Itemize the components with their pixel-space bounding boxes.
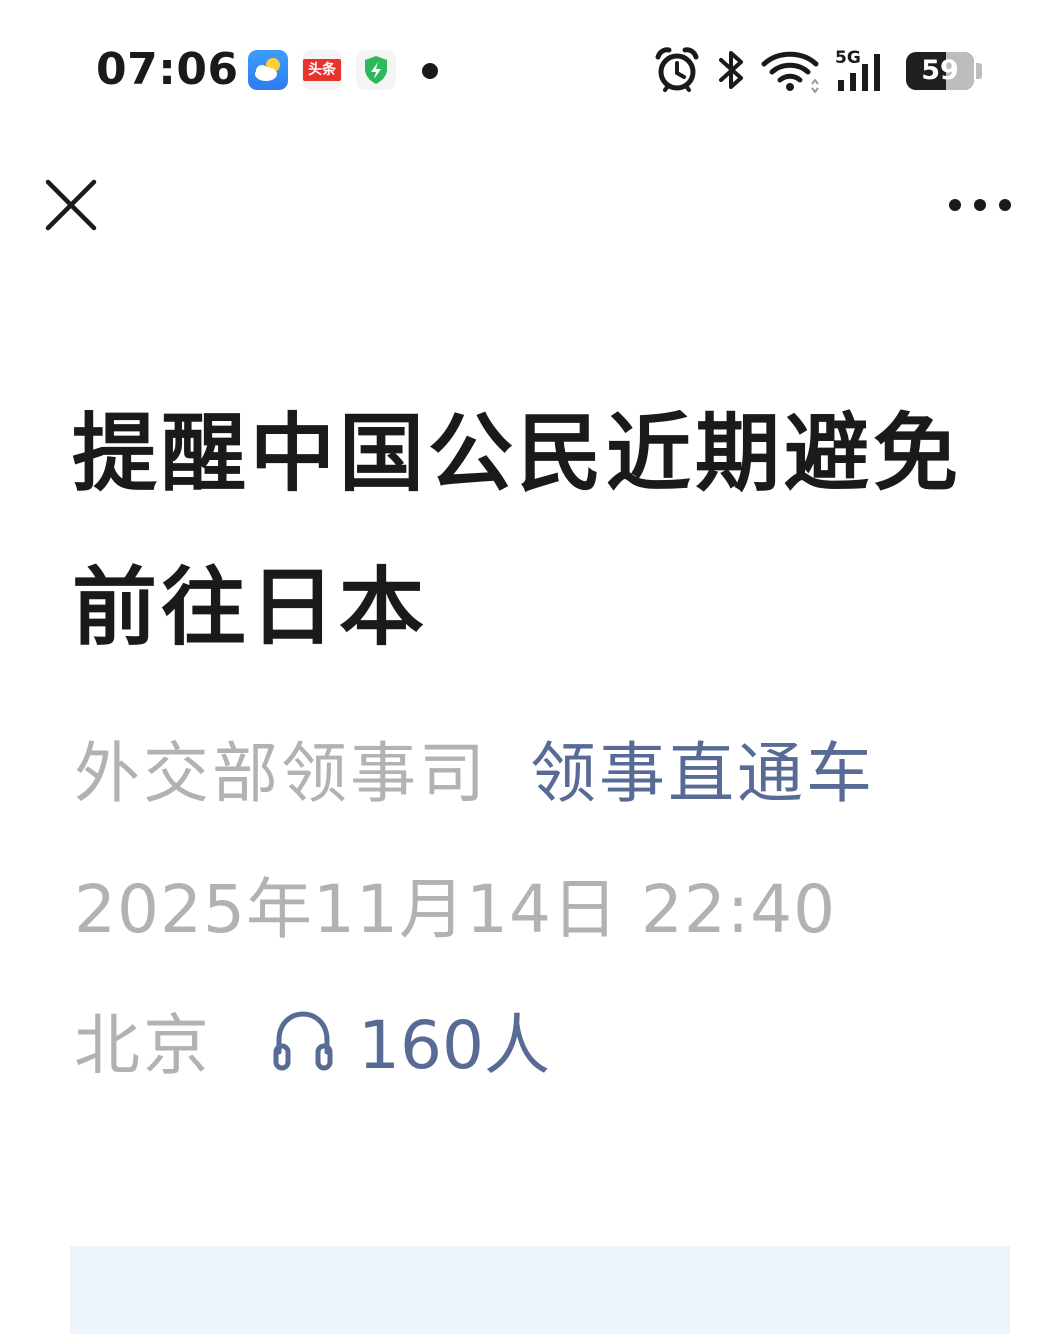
article-location: 北京 [74, 1007, 212, 1084]
headphones-icon [273, 1011, 333, 1071]
more-dots-icon [949, 199, 1011, 211]
publish-datetime: 2025年11月14日 22:40 [74, 871, 837, 948]
close-icon [45, 179, 97, 231]
account-name-link[interactable]: 领事直通车 [530, 735, 875, 812]
location-listen-row: 北京 160人 [74, 1008, 550, 1088]
listen-count: 160人 [358, 1007, 550, 1084]
notification-dot-icon [422, 63, 438, 79]
battery-nub [976, 63, 982, 79]
status-time: 07:06 [96, 44, 239, 95]
status-bar: 07:06 头条 5G 59 [0, 0, 1050, 140]
listen-button[interactable]: 160人 [270, 1008, 550, 1084]
byline-row: 外交部领事司 领事直通车 [74, 736, 875, 812]
article-title: 提醒中国公民近期避免前往日本 [72, 405, 963, 658]
network-label: 5G [835, 48, 861, 68]
wifi-icon [760, 46, 822, 98]
more-options-button[interactable] [940, 184, 1020, 226]
close-button[interactable] [40, 174, 102, 236]
battery-icon: 59 [906, 52, 974, 90]
battery-level: 59 [921, 55, 959, 86]
5g-signal-icon: 5G [834, 46, 892, 98]
audio-player-card[interactable] [70, 1246, 1010, 1334]
weather-icon [248, 50, 288, 90]
security-shield-icon [356, 50, 396, 90]
toutiao-label: 头条 [303, 59, 341, 81]
bluetooth-icon [716, 46, 748, 98]
toutiao-icon: 头条 [302, 50, 342, 90]
article-author: 外交部领事司 [74, 735, 488, 812]
alarm-icon [654, 46, 700, 98]
